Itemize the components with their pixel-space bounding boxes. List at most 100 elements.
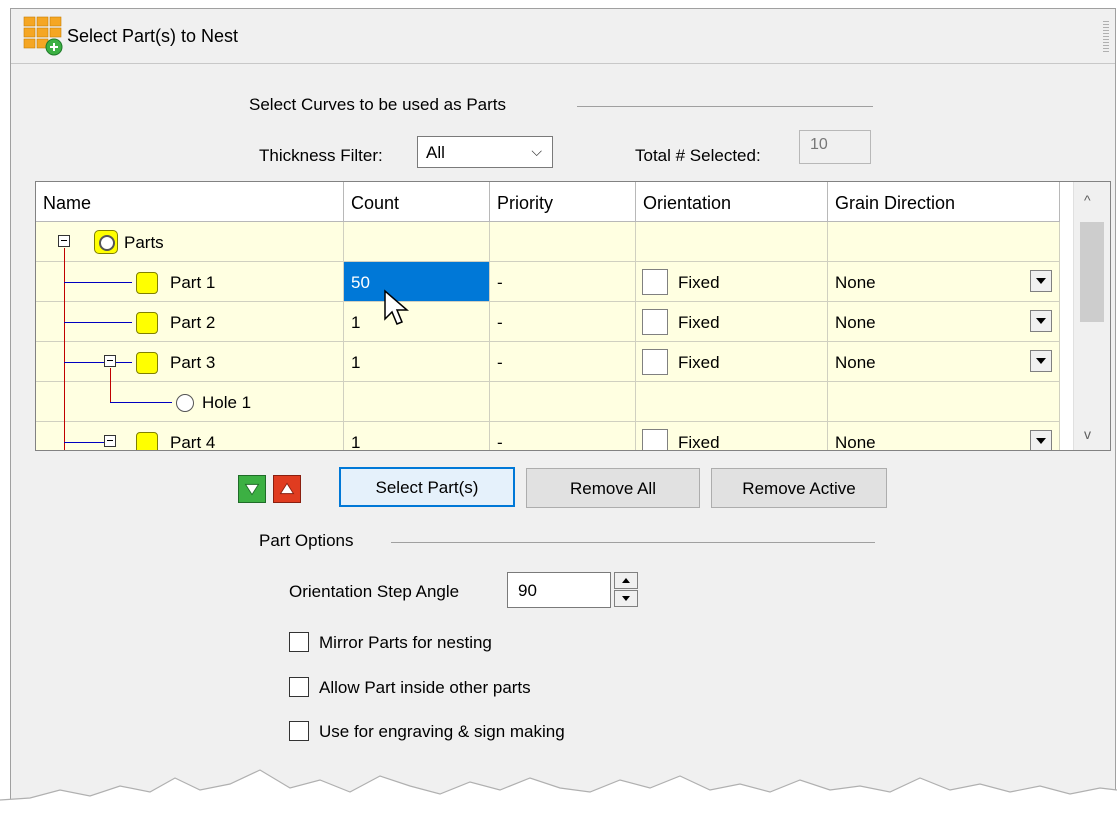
table-row[interactable]: Hole 1 bbox=[36, 382, 1060, 422]
table-row[interactable]: Part 1 50 - Fixed None bbox=[36, 262, 1060, 302]
remove-all-button[interactable]: Remove All bbox=[526, 468, 700, 508]
mirror-parts-checkbox[interactable] bbox=[289, 632, 309, 652]
move-up-button[interactable] bbox=[273, 475, 301, 503]
part-icon bbox=[136, 312, 158, 334]
thickness-filter-value: All bbox=[426, 143, 445, 162]
curves-section-label: Select Curves to be used as Parts bbox=[249, 95, 507, 114]
mouse-pointer-icon bbox=[384, 289, 410, 325]
grain-direction-cell[interactable]: None bbox=[828, 302, 1060, 342]
scroll-up-icon[interactable]: ^ bbox=[1084, 192, 1091, 208]
tree-label: Hole 1 bbox=[202, 393, 252, 412]
move-down-button[interactable] bbox=[238, 475, 266, 503]
curves-section-separator bbox=[577, 106, 873, 107]
parts-grid-body: Name Count Priority Orientation Grain Di… bbox=[36, 182, 1060, 451]
priority-cell[interactable]: - bbox=[490, 302, 636, 342]
tree-label: Part 2 bbox=[170, 313, 216, 332]
tree-connector-line bbox=[116, 362, 132, 363]
count-cell[interactable]: 1 bbox=[344, 342, 490, 382]
table-row[interactable]: Part 3 1 - Fixed None bbox=[36, 342, 1060, 382]
tree-connector-line bbox=[64, 322, 132, 323]
grain-direction-cell[interactable]: None bbox=[828, 342, 1060, 382]
priority-cell[interactable]: - bbox=[490, 342, 636, 382]
engraving-label: Use for engraving & sign making bbox=[319, 722, 565, 741]
tree-connector-line bbox=[64, 362, 104, 363]
caret-up-icon bbox=[622, 578, 630, 583]
parts-grid: Name Count Priority Orientation Grain Di… bbox=[35, 181, 1111, 451]
allow-inside-label: Allow Part inside other parts bbox=[319, 678, 531, 697]
grain-direction-cell[interactable]: None bbox=[828, 262, 1060, 302]
step-up-button[interactable] bbox=[614, 572, 638, 589]
column-header-grain-direction[interactable]: Grain Direction bbox=[828, 182, 1060, 222]
tree-label: Parts bbox=[124, 233, 164, 252]
priority-cell[interactable]: - bbox=[490, 262, 636, 302]
grain-dropdown-button[interactable] bbox=[1030, 430, 1052, 450]
table-row[interactable]: Part 4 1 - Fixed None bbox=[36, 422, 1060, 451]
part-icon bbox=[136, 352, 158, 374]
hole-icon bbox=[176, 394, 194, 412]
part-options-separator bbox=[391, 542, 875, 543]
scroll-thumb[interactable] bbox=[1080, 222, 1104, 322]
grain-direction-cell[interactable]: None bbox=[828, 422, 1060, 450]
count-cell[interactable]: 50 bbox=[344, 262, 490, 302]
orientation-fixed-checkbox[interactable] bbox=[642, 269, 668, 295]
count-cell[interactable]: 1 bbox=[344, 422, 490, 450]
nest-panel: Select Part(s) to Nest Select Curves to … bbox=[10, 8, 1116, 816]
thickness-filter-select[interactable]: All ⌵ bbox=[417, 136, 553, 168]
name-cell: Parts bbox=[36, 222, 344, 262]
orientation-cell: Fixed bbox=[636, 262, 828, 302]
engraving-checkbox[interactable] bbox=[289, 721, 309, 741]
nest-grid-icon bbox=[23, 16, 63, 56]
orientation-cell: Fixed bbox=[636, 342, 828, 382]
grain-dropdown-button[interactable] bbox=[1030, 270, 1052, 292]
count-cell[interactable]: 1 bbox=[344, 302, 490, 342]
column-header-name[interactable]: Name bbox=[36, 182, 344, 222]
grain-dropdown-button[interactable] bbox=[1030, 350, 1052, 372]
collapse-icon[interactable] bbox=[58, 235, 70, 247]
grain-dropdown-button[interactable] bbox=[1030, 310, 1052, 332]
tree-connector-line bbox=[110, 402, 172, 403]
part-icon bbox=[136, 432, 158, 450]
total-selected-field: 10 bbox=[799, 130, 871, 164]
tree-connector-line bbox=[64, 282, 132, 283]
allow-inside-checkbox[interactable] bbox=[289, 677, 309, 697]
grid-vertical-scrollbar[interactable]: ^ v bbox=[1073, 182, 1110, 450]
name-cell: Hole 1 bbox=[36, 382, 344, 422]
orientation-cell: Fixed bbox=[636, 422, 828, 450]
orientation-fixed-checkbox[interactable] bbox=[642, 429, 668, 450]
orientation-fixed-checkbox[interactable] bbox=[642, 309, 668, 335]
priority-cell[interactable]: - bbox=[490, 422, 636, 450]
total-selected-label: Total # Selected: bbox=[635, 146, 761, 165]
table-row[interactable]: Part 2 1 - Fixed None bbox=[36, 302, 1060, 342]
column-header-count[interactable]: Count bbox=[344, 182, 490, 222]
tree-connector-line bbox=[64, 248, 65, 450]
panel-title: Select Part(s) to Nest bbox=[67, 26, 239, 46]
part-icon bbox=[136, 272, 158, 294]
scroll-down-icon[interactable]: v bbox=[1084, 426, 1091, 442]
parts-group-icon bbox=[94, 230, 118, 254]
chevron-down-icon: ⌵ bbox=[531, 143, 542, 159]
step-down-button[interactable] bbox=[614, 590, 638, 607]
mirror-parts-label: Mirror Parts for nesting bbox=[319, 633, 492, 652]
orientation-fixed-checkbox[interactable] bbox=[642, 349, 668, 375]
tree-connector-line bbox=[110, 368, 111, 402]
tree-label: Part 1 bbox=[170, 273, 216, 292]
collapse-icon[interactable] bbox=[104, 355, 116, 367]
column-header-priority[interactable]: Priority bbox=[490, 182, 636, 222]
step-angle-input[interactable]: 90 bbox=[507, 572, 611, 608]
panel-grip[interactable] bbox=[1103, 21, 1109, 53]
select-parts-button[interactable]: Select Part(s) bbox=[339, 467, 515, 507]
part-options-label: Part Options bbox=[259, 531, 354, 550]
tree-row-parts-root[interactable]: Parts bbox=[36, 222, 1060, 262]
panel-titlebar: Select Part(s) to Nest bbox=[11, 9, 1115, 64]
step-angle-label: Orientation Step Angle bbox=[289, 582, 460, 601]
tree-label: Part 4 bbox=[170, 433, 216, 451]
caret-down-icon bbox=[622, 596, 630, 601]
orientation-cell: Fixed bbox=[636, 302, 828, 342]
tree-connector-line bbox=[64, 442, 104, 443]
remove-active-button[interactable]: Remove Active bbox=[711, 468, 887, 508]
collapse-icon[interactable] bbox=[104, 435, 116, 447]
name-cell: Part 4 bbox=[36, 422, 344, 451]
column-header-orientation[interactable]: Orientation bbox=[636, 182, 828, 222]
thickness-filter-label: Thickness Filter: bbox=[259, 146, 383, 165]
torn-edge-decoration bbox=[0, 769, 1117, 818]
